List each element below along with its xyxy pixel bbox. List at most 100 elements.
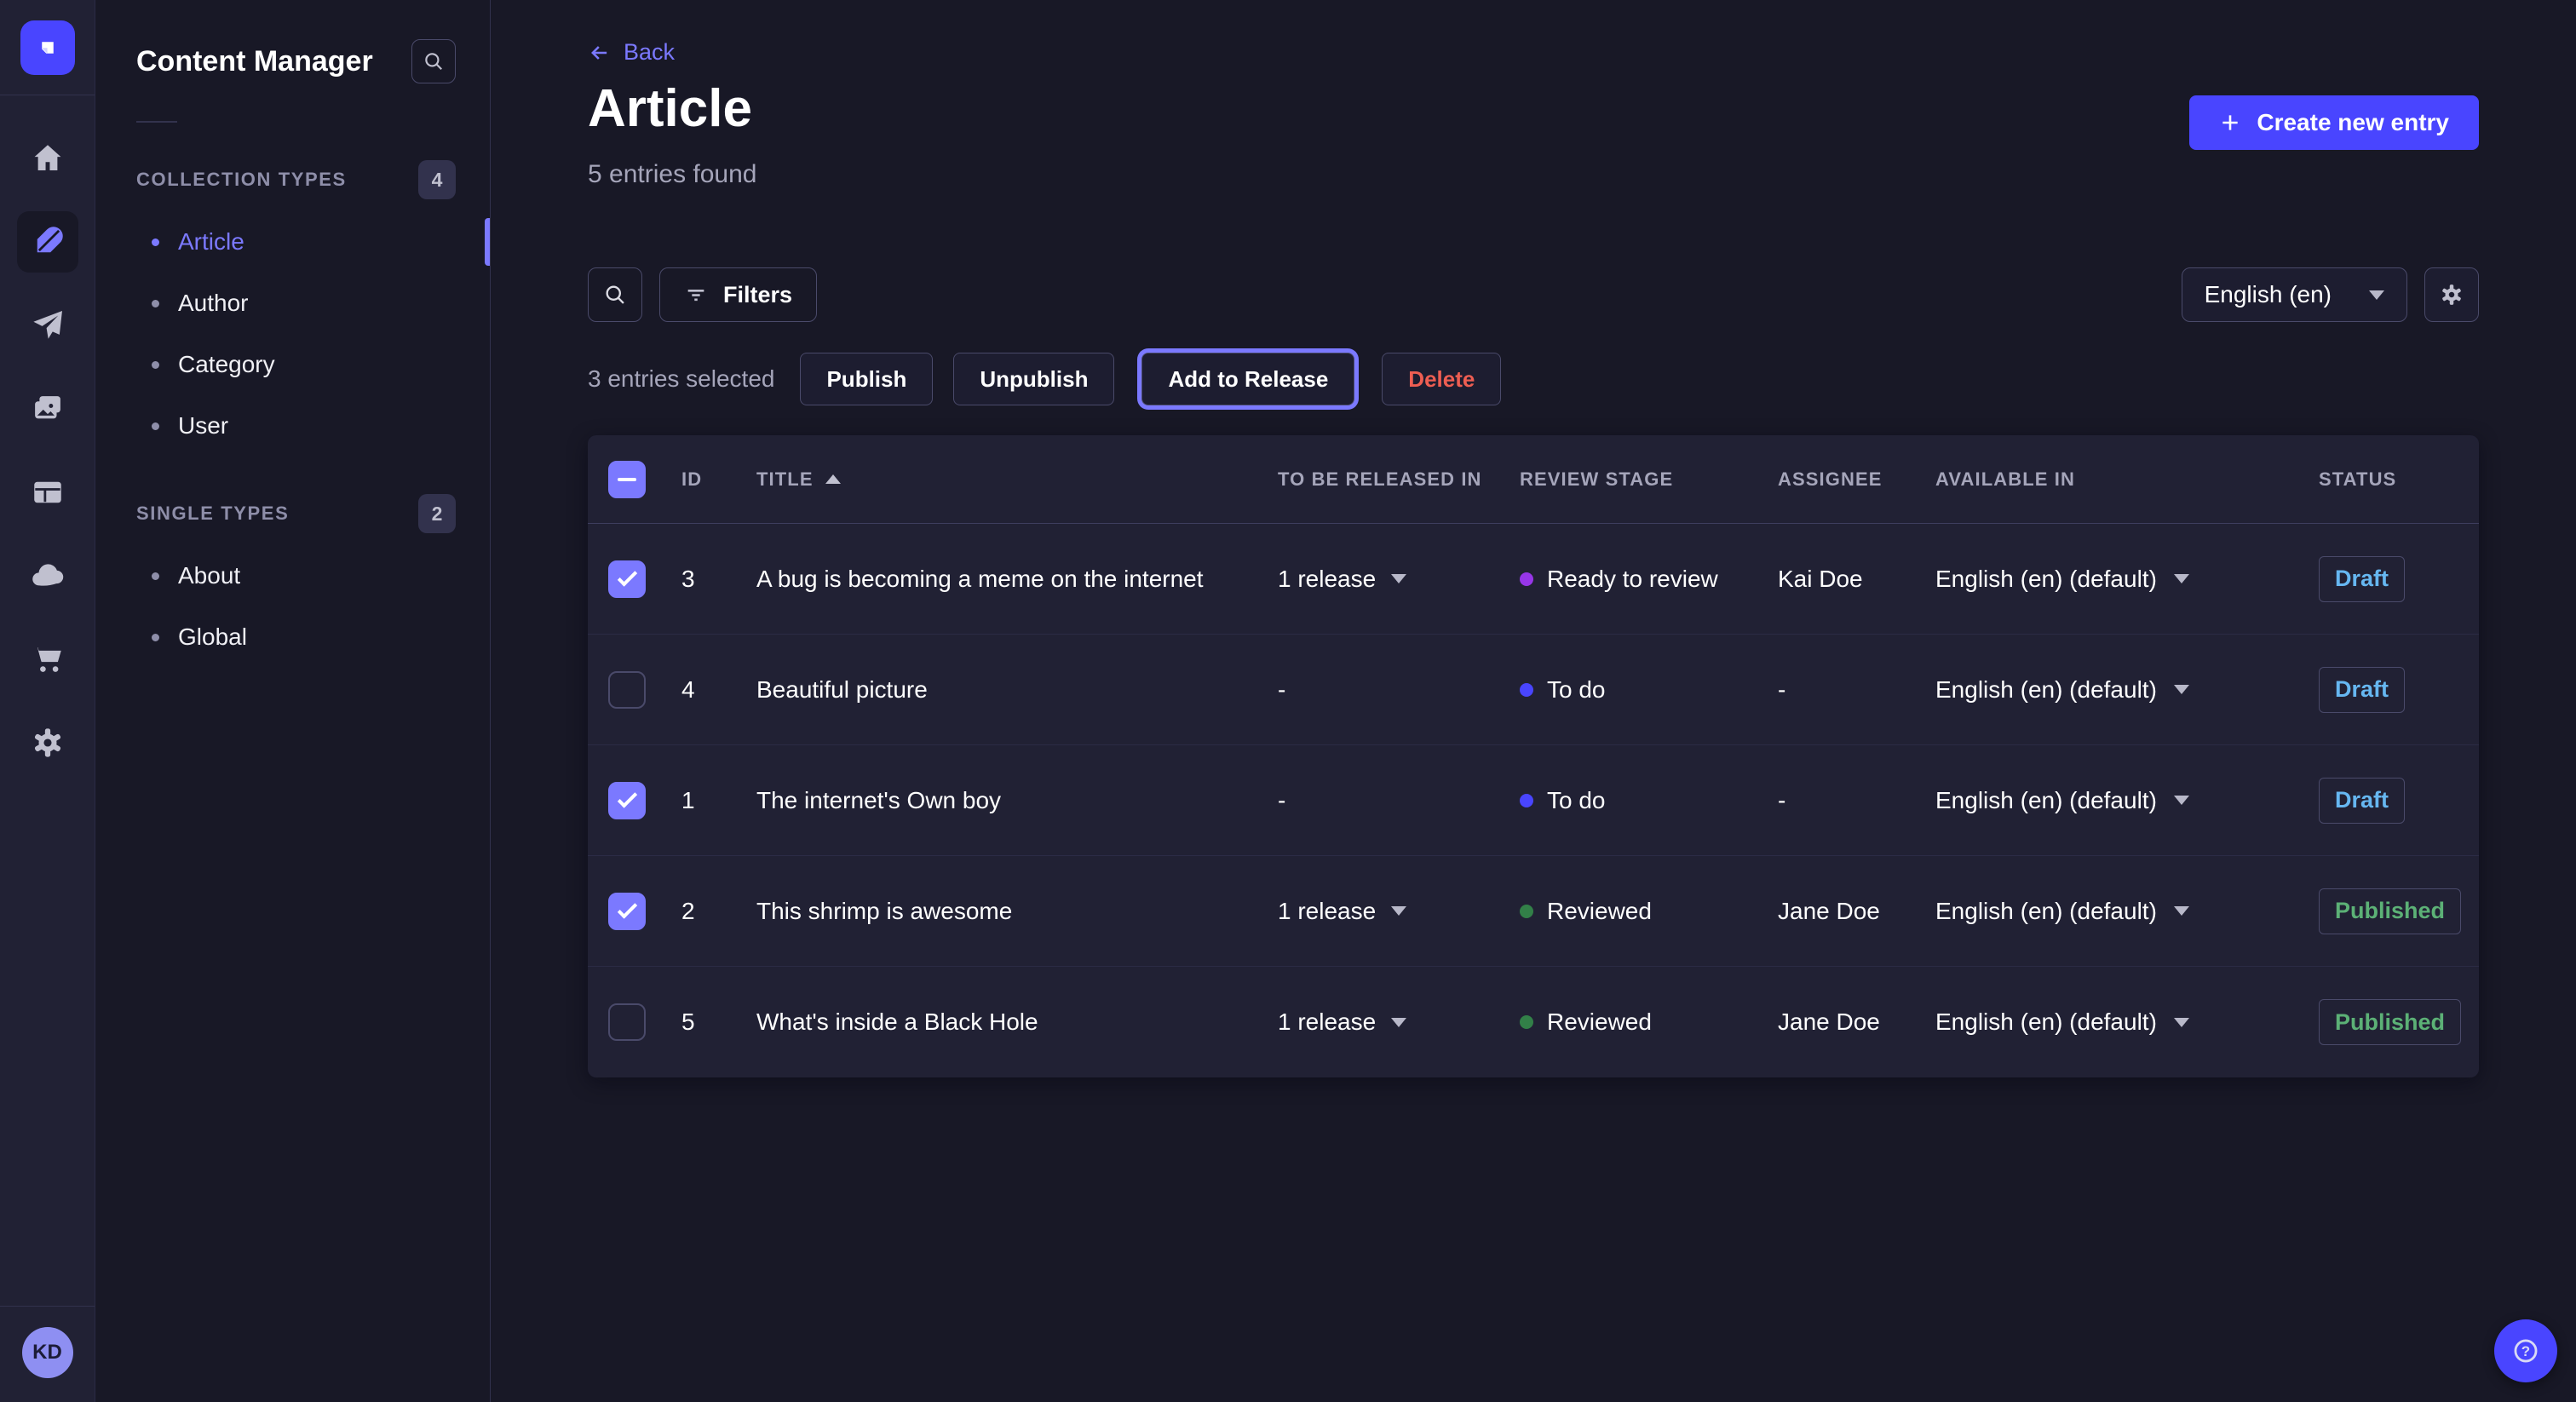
media-library-icon[interactable]: [17, 378, 78, 440]
svg-text:?: ?: [2521, 1343, 2530, 1359]
subnav-divider: [136, 121, 177, 123]
cell-title: This shrimp is awesome: [756, 898, 1278, 925]
row-checkbox[interactable]: [608, 1003, 646, 1041]
cell-review-stage: To do: [1520, 787, 1778, 814]
table-row[interactable]: 1 The internet's Own boy - To do - Engli…: [588, 745, 2479, 856]
cell-assignee: Kai Doe: [1778, 566, 1935, 593]
filter-icon: [684, 283, 708, 307]
marketplace-cart-icon[interactable]: [17, 629, 78, 690]
subnav-item-author[interactable]: Author: [95, 273, 490, 334]
column-header-released[interactable]: TO BE RELEASED IN: [1278, 468, 1520, 491]
row-checkbox[interactable]: [608, 893, 646, 930]
filters-button[interactable]: Filters: [659, 267, 817, 322]
selection-bar: 3 entries selected Publish Unpublish Add…: [588, 353, 1501, 405]
chevron-down-icon: [2174, 906, 2189, 916]
stage-dot-icon: [1520, 683, 1533, 697]
collection-types-label: COLLECTION TYPES: [136, 169, 347, 191]
subnav-title: Content Manager: [136, 45, 373, 78]
back-link[interactable]: Back: [588, 39, 675, 66]
column-header-title[interactable]: TITLE: [756, 468, 1278, 491]
table-row[interactable]: 4 Beautiful picture - To do - English (e…: [588, 635, 2479, 745]
cell-release[interactable]: -: [1278, 676, 1520, 704]
strapi-logo[interactable]: [20, 20, 75, 75]
entries-count: 5 entries found: [588, 160, 756, 189]
column-header-status[interactable]: STATUS: [2319, 468, 2458, 491]
content-manager-icon[interactable]: [17, 211, 78, 273]
chevron-down-icon: [1391, 906, 1406, 916]
row-checkbox[interactable]: [608, 782, 646, 819]
arrow-left-icon: [588, 41, 612, 65]
publish-button[interactable]: Publish: [800, 353, 933, 405]
cell-available-in[interactable]: English (en) (default): [1935, 566, 2319, 593]
column-header-available-in[interactable]: AVAILABLE IN: [1935, 468, 2319, 491]
stage-dot-icon: [1520, 572, 1533, 586]
select-all-checkbox[interactable]: [608, 461, 646, 498]
unpublish-button[interactable]: Unpublish: [953, 353, 1114, 405]
deploy-cloud-icon[interactable]: [17, 545, 78, 606]
check-icon: [617, 899, 636, 918]
search-button[interactable]: [588, 267, 642, 322]
chevron-down-icon: [2174, 796, 2189, 805]
status-badge: Draft: [2319, 667, 2405, 713]
cell-assignee: -: [1778, 676, 1935, 704]
chevron-down-icon: [2174, 1018, 2189, 1027]
subnav-item-about[interactable]: About: [95, 545, 490, 606]
entries-table: ID TITLE TO BE RELEASED IN REVIEW STAGE …: [588, 435, 2479, 1077]
cell-assignee: Jane Doe: [1778, 898, 1935, 925]
help-button[interactable]: ?: [2494, 1319, 2557, 1382]
delete-button[interactable]: Delete: [1382, 353, 1501, 405]
cell-available-in[interactable]: English (en) (default): [1935, 676, 2319, 704]
subnav-item-label: Article: [178, 228, 244, 256]
status-badge: Published: [2319, 888, 2461, 934]
cell-id: 3: [681, 566, 756, 593]
bullet-icon: [152, 300, 159, 307]
sidebar-footer: KD: [0, 1306, 95, 1402]
user-avatar[interactable]: KD: [22, 1327, 73, 1378]
cell-available-in[interactable]: English (en) (default): [1935, 787, 2319, 814]
table-row[interactable]: 5 What's inside a Black Hole 1 release R…: [588, 967, 2479, 1077]
status-badge: Draft: [2319, 778, 2405, 824]
main-nav-icons: [17, 128, 78, 1306]
cell-release[interactable]: 1 release: [1278, 566, 1520, 593]
cell-title: Beautiful picture: [756, 676, 1278, 704]
cell-title: The internet's Own boy: [756, 787, 1278, 814]
chevron-down-icon: [2174, 574, 2189, 583]
bullet-icon: [152, 238, 159, 246]
cell-release[interactable]: -: [1278, 787, 1520, 814]
create-new-entry-button[interactable]: Create new entry: [2189, 95, 2479, 150]
subnav-item-article[interactable]: Article: [95, 211, 490, 273]
single-types-section: SINGLE TYPES 2 About Global: [95, 494, 490, 668]
bullet-icon: [152, 634, 159, 641]
column-header-review-stage[interactable]: REVIEW STAGE: [1520, 468, 1778, 491]
row-checkbox[interactable]: [608, 560, 646, 598]
cell-available-in[interactable]: English (en) (default): [1935, 898, 2319, 925]
stage-dot-icon: [1520, 905, 1533, 918]
subnav-search-button[interactable]: [411, 39, 456, 83]
table-row[interactable]: 3 A bug is becoming a meme on the intern…: [588, 524, 2479, 635]
subnav-item-global[interactable]: Global: [95, 606, 490, 668]
collection-types-count-badge: 4: [418, 160, 456, 199]
check-icon: [617, 788, 636, 807]
add-to-release-button[interactable]: Add to Release: [1141, 353, 1354, 405]
settings-gear-icon[interactable]: [17, 712, 78, 773]
gear-icon: [2439, 282, 2464, 307]
chevron-down-icon: [2369, 290, 2384, 300]
locale-select[interactable]: English (en): [2182, 267, 2407, 322]
column-header-id[interactable]: ID: [681, 468, 756, 491]
cell-available-in[interactable]: English (en) (default): [1935, 1008, 2319, 1036]
content-type-builder-icon[interactable]: [17, 462, 78, 523]
row-checkbox[interactable]: [608, 671, 646, 709]
cell-release[interactable]: 1 release: [1278, 898, 1520, 925]
search-icon: [423, 50, 445, 72]
cell-release[interactable]: 1 release: [1278, 1008, 1520, 1036]
table-row[interactable]: 2 This shrimp is awesome 1 release Revie…: [588, 856, 2479, 967]
subnav-item-category[interactable]: Category: [95, 334, 490, 395]
view-settings-button[interactable]: [2424, 267, 2479, 322]
column-header-assignee[interactable]: ASSIGNEE: [1778, 468, 1935, 491]
home-icon[interactable]: [17, 128, 78, 189]
releases-icon[interactable]: [17, 295, 78, 356]
status-badge: Published: [2319, 999, 2461, 1045]
subnav-item-user[interactable]: User: [95, 395, 490, 457]
plus-icon: [2219, 112, 2241, 134]
cell-id: 2: [681, 898, 756, 925]
